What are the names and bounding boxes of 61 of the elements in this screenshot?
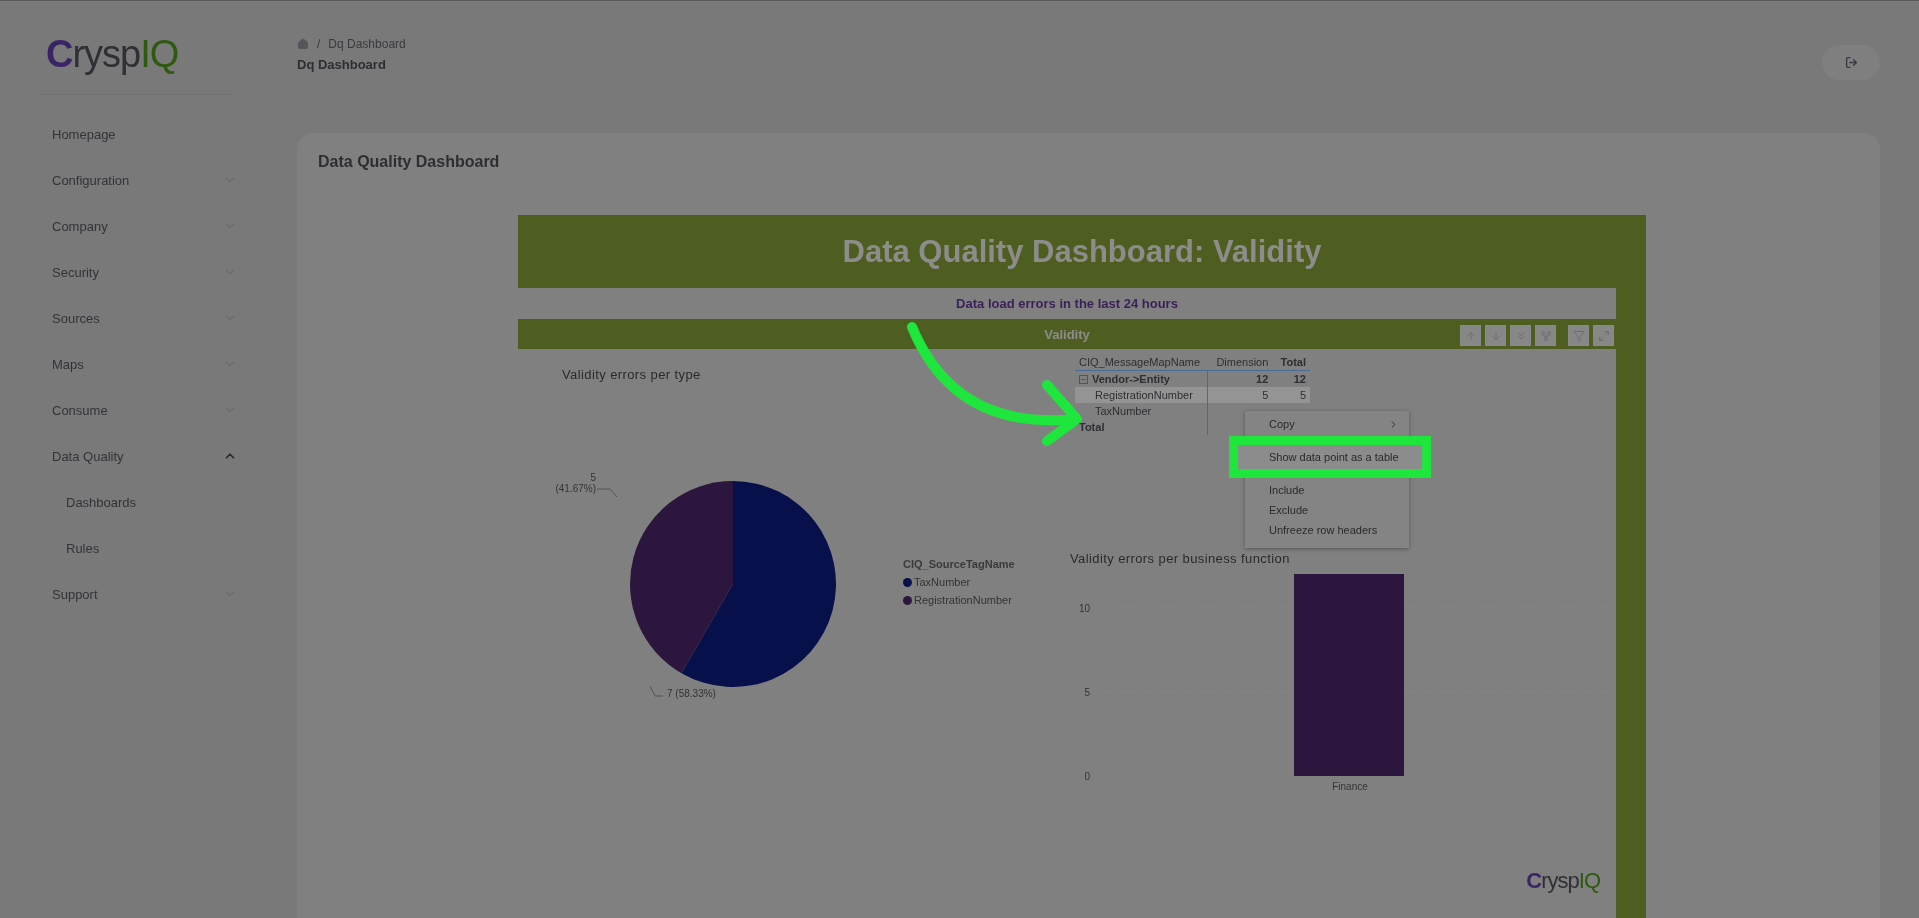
menu-item[interactable]: Show data point as a table [1238, 445, 1422, 469]
nav-item[interactable]: Security [0, 249, 283, 295]
legend-label: RegistrationNumber [914, 594, 1012, 606]
axis-tick-label: 5 [1084, 686, 1090, 698]
visual-tool-button[interactable] [1593, 325, 1614, 346]
nav-item[interactable]: Configuration [0, 157, 283, 203]
filter-icon [1572, 329, 1585, 342]
breadcrumb-link[interactable]: Dq Dashboard [328, 37, 406, 51]
logo: CryspIQ [46, 35, 179, 73]
column-header: Dimension [1208, 354, 1273, 371]
nav-item[interactable]: Consume [0, 387, 283, 433]
nav-item[interactable]: Data Quality [0, 433, 283, 479]
card-title: Data Quality Dashboard [318, 153, 501, 171]
section-title: Validity [1044, 326, 1090, 342]
chart-title: Validity errors per type [562, 367, 702, 382]
legend-title: CIQ_SourceTagName [903, 558, 1015, 570]
row-header[interactable]: TaxNumber [1075, 403, 1209, 419]
visual-tool-button[interactable] [1460, 325, 1481, 346]
nav-item[interactable]: Homepage [0, 111, 283, 157]
collapse-icon[interactable] [1079, 374, 1088, 384]
column-header: Total [1272, 354, 1310, 371]
logout-button[interactable] [1822, 45, 1880, 80]
nav-subitem[interactable]: Dashboards [0, 479, 283, 525]
visual-tool-button[interactable] [1485, 325, 1506, 346]
table-cell-text: 12 [1292, 372, 1307, 387]
nav-item[interactable]: Company [0, 203, 283, 249]
menu-item[interactable]: Include [1245, 480, 1409, 500]
axis-category-label: Finance [1332, 781, 1368, 792]
footer-logo: CryspIQ [1526, 870, 1600, 892]
visual-tool-button[interactable] [1535, 325, 1556, 346]
menu-item[interactable]: Unfreeze row headers [1245, 520, 1409, 540]
data-label: 7 (58.33%) [667, 688, 717, 699]
report-subtitle: Data load errors in the last 24 hours [955, 295, 1179, 313]
axis-tick-label: 10 [1078, 602, 1090, 614]
nav-item[interactable]: Support [0, 571, 283, 617]
logout-icon [1844, 56, 1858, 69]
expand-icon [1597, 329, 1610, 342]
column-header: CIQ_MessageMapName [1075, 354, 1209, 371]
report-title: Data Quality Dashboard: Validity [842, 233, 1322, 270]
row-header[interactable]: RegistrationNumber [1075, 387, 1209, 403]
home-icon[interactable] [297, 38, 309, 50]
menu-item[interactable]: Copy [1245, 414, 1409, 434]
leader-line [596, 488, 618, 498]
breadcrumb-separator: / [317, 37, 321, 51]
nav-subitem[interactable]: Rules [0, 525, 283, 571]
table-cell-text: 12 [1255, 372, 1270, 387]
legend-label: TaxNumber [914, 576, 971, 588]
table-cell: 5 [1208, 387, 1273, 403]
nav-item[interactable]: Sources [0, 295, 283, 341]
data-label: 5 (41.67%) [554, 472, 596, 494]
visual-tool-button[interactable] [1510, 325, 1531, 346]
axis-tick-label: 0 [1084, 771, 1090, 782]
page-title: Dq Dashboard [297, 57, 387, 72]
visual-tool-button[interactable] [1568, 325, 1589, 346]
menu-item[interactable]: Exclude [1245, 500, 1409, 520]
table-cell: 5 [1272, 387, 1310, 403]
nav-item[interactable]: Maps [0, 341, 283, 387]
leader-line [649, 685, 664, 697]
fork-icon [1539, 329, 1552, 342]
chart-title: Validity errors per business function [1070, 551, 1291, 566]
total-label: Total [1075, 419, 1209, 435]
